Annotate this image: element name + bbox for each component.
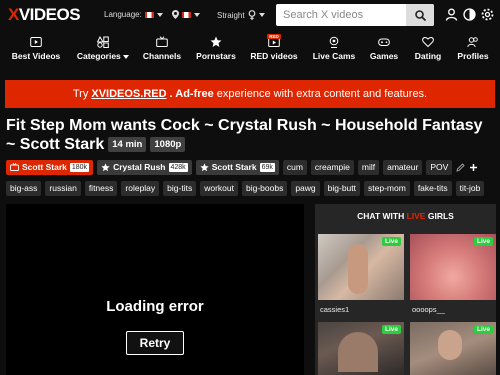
edit-pencil-icon[interactable] [456, 162, 465, 172]
tag-link[interactable]: big-butt [323, 180, 361, 196]
nav-categories[interactable]: Categories [73, 36, 133, 61]
female-icon [248, 10, 255, 20]
tag-link[interactable]: big-tits [163, 180, 197, 196]
nav-games[interactable]: Games [367, 36, 401, 61]
cam-thumbnail[interactable]: Live [410, 234, 496, 300]
categories-icon [97, 36, 109, 48]
tag-link[interactable]: fitness [84, 180, 118, 196]
cam-thumbnail[interactable]: Live [410, 322, 496, 375]
red-badge: RED [267, 34, 281, 39]
tag-link[interactable]: cum [282, 159, 307, 175]
star-icon [200, 162, 209, 171]
video-title: Fit Step Mom wants Cock ~ Crystal Rush ~… [6, 117, 483, 153]
nav-pornstars[interactable]: Pornstars [193, 36, 239, 61]
theme-toggle-icon[interactable] [463, 8, 476, 21]
tag-link[interactable]: big-boobs [241, 180, 288, 196]
search-button[interactable] [406, 4, 434, 26]
model-tag[interactable]: Scott Stark 180k [6, 159, 94, 175]
promo-banner[interactable]: Try XVIDEOS.RED. Ad-free experience with… [5, 80, 495, 108]
subscriber-count: 69k [259, 162, 275, 172]
tag-link[interactable]: russian [45, 180, 81, 196]
search-icon [414, 9, 426, 21]
nav-best-videos[interactable]: Best Videos [10, 36, 62, 61]
cam-figure [438, 330, 462, 360]
play-icon [30, 37, 42, 47]
tag-link[interactable]: POV [426, 159, 453, 175]
flag-icon [182, 11, 191, 18]
tag-link[interactable]: big-ass [6, 180, 42, 196]
star-icon [101, 162, 110, 171]
duration-badge: 14 min [108, 137, 147, 153]
model-tag[interactable]: Crystal Rush 428k [97, 159, 192, 175]
quality-badge: 1080p [150, 137, 186, 153]
chevron-down-icon [194, 12, 200, 17]
subscriber-count: 180k [69, 162, 90, 172]
chevron-down-icon [258, 13, 265, 17]
tag-link[interactable]: fake-tits [413, 180, 452, 196]
nav-red-videos[interactable]: RED RED videos [248, 34, 300, 61]
tag-link[interactable]: creampie [310, 159, 354, 175]
model-tags-row: Scott Stark 180k Crystal Rush 428k Scott S… [6, 159, 478, 175]
flag-icon [144, 11, 154, 18]
tag-link[interactable]: step-mom [364, 180, 410, 196]
dating-icon [422, 36, 434, 48]
cam-icon [329, 36, 339, 48]
user-icon[interactable] [445, 8, 458, 21]
nav-profiles[interactable]: Profiles [454, 36, 492, 61]
live-cams-panel: CHAT WITH LIVE GIRLS Live cassies1 Live … [315, 204, 496, 375]
nav-live-cams[interactable]: Live Cams [311, 36, 357, 61]
search-box [276, 4, 434, 26]
live-badge: Live [381, 237, 401, 246]
chevron-down-icon [156, 12, 163, 17]
nav-channels[interactable]: Channels [140, 36, 184, 61]
video-player[interactable]: Loading error Retry [6, 204, 304, 375]
channel-tv-icon [10, 163, 19, 171]
gamepad-icon [378, 38, 390, 46]
loading-error-message: Loading error [106, 298, 204, 315]
live-cams-heading: CHAT WITH LIVE GIRLS [357, 211, 454, 221]
tag-link[interactable]: milf [357, 159, 380, 175]
subscriber-count: 428k [168, 162, 188, 172]
language-selector[interactable]: Language: [104, 10, 163, 19]
cam-thumbnail[interactable]: Live [318, 234, 404, 300]
cam-figure [348, 244, 368, 294]
top-bar: XVIDEOS Language: Straight [0, 0, 500, 30]
tag-link[interactable]: roleplay [121, 180, 160, 196]
promo-link[interactable]: XVIDEOS.RED [91, 88, 166, 100]
tag-link[interactable]: tit-job [455, 180, 485, 196]
search-input[interactable] [276, 4, 404, 26]
retry-button[interactable]: Retry [126, 331, 184, 355]
settings-gear-icon[interactable] [481, 8, 494, 21]
live-badge: Live [473, 237, 493, 246]
tag-link[interactable]: workout [200, 180, 238, 196]
location-selector[interactable] [172, 10, 200, 19]
star-icon [210, 36, 222, 47]
cam-name[interactable]: oooops__ [412, 305, 445, 314]
site-logo[interactable]: XVIDEOS [8, 5, 81, 25]
tag-link[interactable]: pawg [291, 180, 320, 196]
main-nav: Best Videos Categories Channels Pornstar… [0, 34, 500, 66]
profiles-icon [467, 37, 478, 48]
tag-link[interactable]: amateur [383, 159, 423, 175]
cam-figure [338, 332, 378, 372]
nav-dating[interactable]: Dating [410, 36, 446, 61]
model-tag[interactable]: Scott Stark 69k [195, 159, 279, 175]
location-pin-icon [172, 10, 179, 19]
add-tag-icon[interactable] [469, 163, 478, 172]
chevron-down-icon [123, 55, 130, 59]
tags-row: big-ass russian fitness roleplay big-tit… [6, 180, 485, 196]
orientation-selector[interactable]: Straight [217, 10, 265, 20]
channels-icon [156, 36, 168, 47]
live-badge: Live [381, 325, 401, 334]
cam-thumbnail[interactable]: Live [318, 322, 404, 375]
live-badge: Live [473, 325, 493, 334]
cam-name[interactable]: cassies1 [320, 305, 349, 314]
